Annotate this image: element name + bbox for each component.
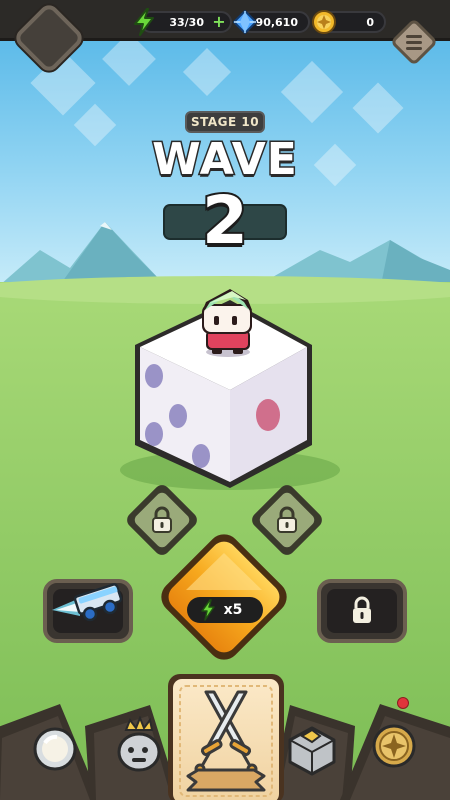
roll-cost-value: x5 [223,602,243,618]
add-energy-button[interactable]: + [212,14,226,30]
wave-number: 2 [200,180,250,261]
lightning-bolt-icon [201,599,215,621]
orb-icon [33,727,77,771]
notification-badge [397,697,409,709]
hamburger-menu-icon [406,35,422,38]
menu-button[interactable] [389,17,439,67]
cannon-cart-icon [52,583,123,622]
coins-value: 0 [366,15,374,29]
roll-cost: x5 [187,597,263,623]
padlock-icon [353,596,371,623]
compass-coin-icon [372,724,416,768]
crossed-swords-icon [186,690,266,792]
stage-label: STAGE 10 [185,111,265,133]
stone-dice-icon [288,726,336,776]
lightning-bolt-icon [134,8,154,36]
energy-value: 33/30 [169,15,204,29]
wave-title: WAVE [151,133,299,187]
gold-coin-icon [312,10,336,34]
blue-gem-icon [233,10,257,34]
crowned-creature-icon [117,716,161,772]
